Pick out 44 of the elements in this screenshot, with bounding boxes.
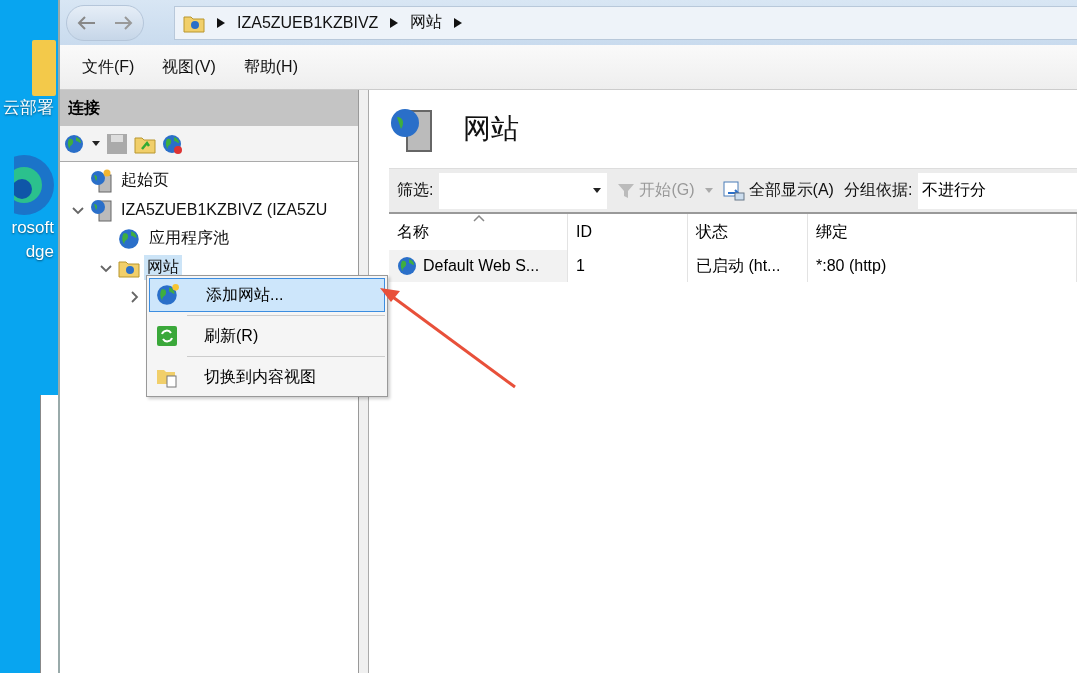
navigation-buttons[interactable] (66, 4, 144, 41)
triangle-right-icon (390, 17, 399, 28)
context-menu-item[interactable]: 添加网站... (149, 278, 385, 312)
desktop-icon-label: dge (25, 241, 55, 263)
menu-item[interactable]: 文件(F) (80, 52, 137, 82)
filter-label: 筛选: (397, 180, 434, 200)
context-menu-item[interactable]: 刷新(R) (149, 319, 385, 353)
disconnect-globe-icon (162, 132, 184, 155)
add-globe-icon (156, 283, 180, 307)
tree-item[interactable]: IZA5ZUEB1KZBIVZ (IZA5ZU (118, 198, 331, 221)
breadcrumb-item[interactable]: 网站 (410, 12, 443, 33)
dropdown-caret-icon (593, 187, 602, 194)
folder-icon[interactable] (32, 40, 58, 96)
address-bar[interactable]: IZA5ZUEB1KZBIVZ 网站 (174, 5, 1077, 40)
menu-item[interactable]: 帮助(H) (241, 52, 300, 82)
group-by-field[interactable]: 不进行分 (918, 172, 1077, 209)
app-pool-icon (118, 226, 142, 251)
back-arrow-icon[interactable] (76, 14, 96, 31)
desktop-icon-label: rosoft (11, 217, 55, 239)
tree-item[interactable]: 应用程序池 (146, 226, 232, 251)
context-menu-item[interactable]: 切换到内容视图 (149, 360, 385, 394)
menu-item[interactable]: 视图(V) (160, 52, 218, 82)
chevron-right-icon[interactable] (128, 290, 140, 303)
tree-item[interactable]: 起始页 (118, 168, 172, 193)
connect-globe-icon (64, 132, 86, 155)
funnel-icon (617, 181, 636, 200)
page-title: 网站 (463, 112, 519, 146)
group-by-label: 分组依据: (843, 180, 913, 200)
triangle-right-icon (454, 17, 463, 28)
pane-title: 连接 (68, 97, 100, 118)
show-all-icon (722, 180, 745, 201)
refresh-icon (156, 325, 178, 347)
start-page-icon (90, 168, 114, 193)
save-icon[interactable] (106, 132, 128, 155)
dropdown-caret-icon[interactable] (92, 140, 100, 147)
triangle-right-icon (217, 17, 225, 28)
server-icon (90, 197, 114, 222)
breadcrumb-item[interactable]: IZA5ZUEB1KZBIVZ (237, 13, 379, 32)
desktop-icon-label: 云部署 (3, 97, 55, 119)
show-all-button[interactable]: 全部显示(A) (718, 180, 838, 201)
forward-arrow-icon[interactable] (114, 14, 134, 31)
filter-field[interactable] (439, 172, 608, 209)
table-cell: Default Web S... (389, 250, 568, 282)
site-globe-icon (397, 255, 419, 277)
